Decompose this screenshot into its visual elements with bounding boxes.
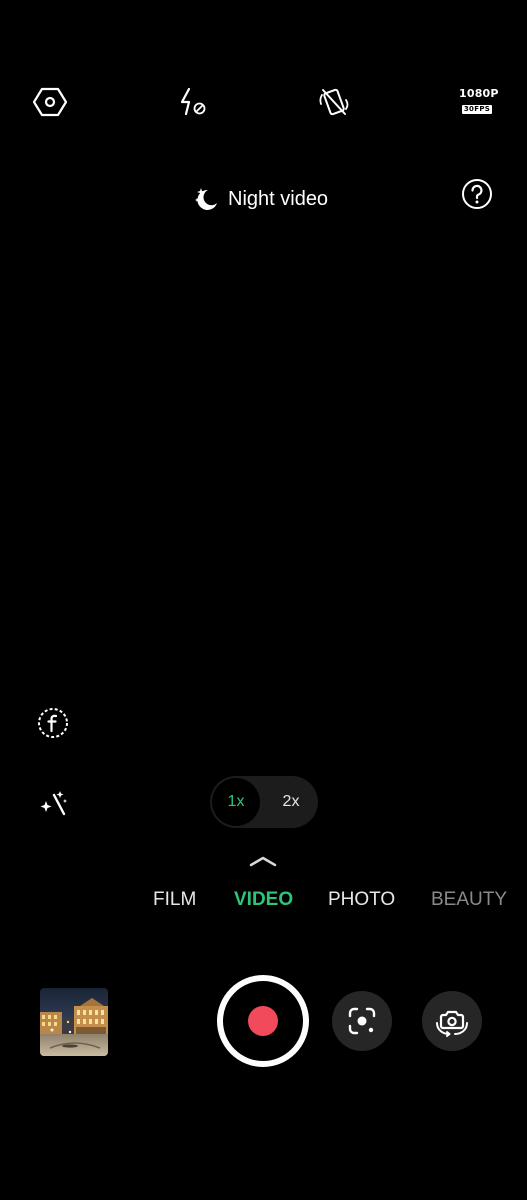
record-icon	[248, 1006, 278, 1036]
flash-off-icon[interactable]	[174, 84, 210, 120]
google-lens-button[interactable]	[332, 991, 392, 1051]
moon-stars-icon	[192, 185, 220, 213]
flip-camera-icon	[434, 1003, 470, 1039]
resolution-label: 1080P	[459, 87, 499, 100]
mode-video[interactable]: VIDEO	[234, 888, 293, 912]
zoom-2x-button[interactable]: 2x	[267, 778, 315, 826]
help-icon[interactable]	[461, 178, 493, 210]
google-lens-icon	[345, 1004, 379, 1038]
settings-icon[interactable]	[32, 84, 68, 120]
night-video-indicator[interactable]: Night video	[192, 183, 328, 215]
mode-photo[interactable]: PHOTO	[328, 888, 395, 912]
zoom-1x-button[interactable]: 1x	[212, 778, 260, 826]
mode-film[interactable]: FILM	[153, 888, 196, 912]
enhance-icon[interactable]	[35, 785, 71, 821]
mode-beauty[interactable]: BEAUTY	[431, 888, 507, 912]
record-button[interactable]	[217, 975, 309, 1067]
zoom-selector: 1x 2x	[210, 776, 318, 828]
night-video-label: Night video	[228, 187, 329, 210]
filter-icon[interactable]	[35, 705, 71, 741]
resolution-badge[interactable]: 1080P 30FPS	[459, 87, 499, 115]
flip-camera-button[interactable]	[422, 991, 482, 1051]
chevron-up-icon[interactable]	[248, 854, 278, 868]
gallery-thumbnail[interactable]	[40, 988, 108, 1056]
framerate-label: 30FPS	[461, 105, 493, 114]
stabilization-off-icon[interactable]	[316, 84, 352, 120]
